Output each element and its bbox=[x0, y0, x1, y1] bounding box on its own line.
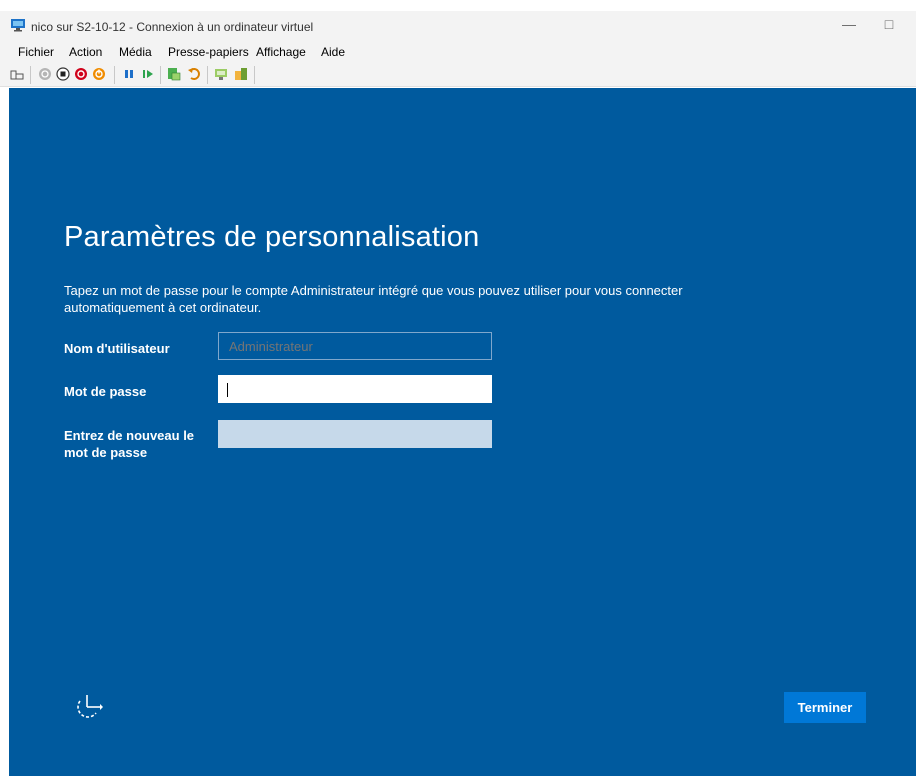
resume-icon[interactable] bbox=[141, 67, 155, 81]
maximize-button[interactable]: □ bbox=[875, 14, 903, 34]
menu-presse-papiers[interactable]: Presse-papiers bbox=[168, 45, 249, 59]
revert-icon[interactable] bbox=[187, 67, 201, 81]
checkpoint-icon[interactable] bbox=[167, 67, 181, 81]
password-field[interactable] bbox=[218, 375, 492, 403]
vm-connect-icon bbox=[11, 19, 25, 32]
toolbar bbox=[0, 63, 916, 87]
menu-fichier[interactable]: Fichier bbox=[18, 45, 54, 59]
toolbar-separator bbox=[254, 66, 255, 84]
page-title: Paramètres de personnalisation bbox=[64, 221, 480, 253]
enhanced-session-icon[interactable] bbox=[214, 67, 228, 81]
username-label: Nom d'utilisateur bbox=[64, 341, 170, 356]
menu-aide[interactable]: Aide bbox=[321, 45, 345, 59]
confirm-password-label-line2: mot de passe bbox=[64, 445, 148, 460]
ease-of-access-icon[interactable] bbox=[70, 693, 104, 723]
text-caret bbox=[227, 383, 228, 397]
toolbar-separator bbox=[207, 66, 208, 84]
setup-description: Tapez un mot de passe pour le compte Adm… bbox=[64, 283, 683, 315]
share-icon[interactable] bbox=[234, 67, 248, 81]
toolbar-separator bbox=[160, 66, 161, 84]
toolbar-separator bbox=[114, 66, 115, 84]
save-state-icon[interactable] bbox=[92, 67, 106, 81]
window-title: nico sur S2-10-12 - Connexion à un ordin… bbox=[31, 20, 314, 34]
pause-icon[interactable] bbox=[122, 67, 136, 81]
finish-button[interactable]: Terminer bbox=[784, 692, 866, 723]
ctrl-alt-del-icon[interactable] bbox=[10, 67, 24, 81]
menu-action[interactable]: Action bbox=[69, 45, 102, 59]
menu-affichage[interactable]: Affichage bbox=[256, 45, 306, 59]
top-strip bbox=[0, 0, 916, 11]
minimize-button[interactable]: — bbox=[835, 14, 863, 34]
menu-media[interactable]: Média bbox=[119, 45, 152, 59]
shut-down-icon[interactable] bbox=[74, 67, 88, 81]
password-label: Mot de passe bbox=[64, 384, 147, 399]
username-field bbox=[218, 332, 492, 360]
toolbar-separator bbox=[30, 66, 31, 84]
confirm-password-field[interactable] bbox=[218, 420, 492, 448]
confirm-password-label-line1: Entrez de nouveau le bbox=[64, 428, 195, 443]
turn-off-icon[interactable] bbox=[56, 67, 70, 81]
start-icon[interactable] bbox=[38, 67, 52, 81]
